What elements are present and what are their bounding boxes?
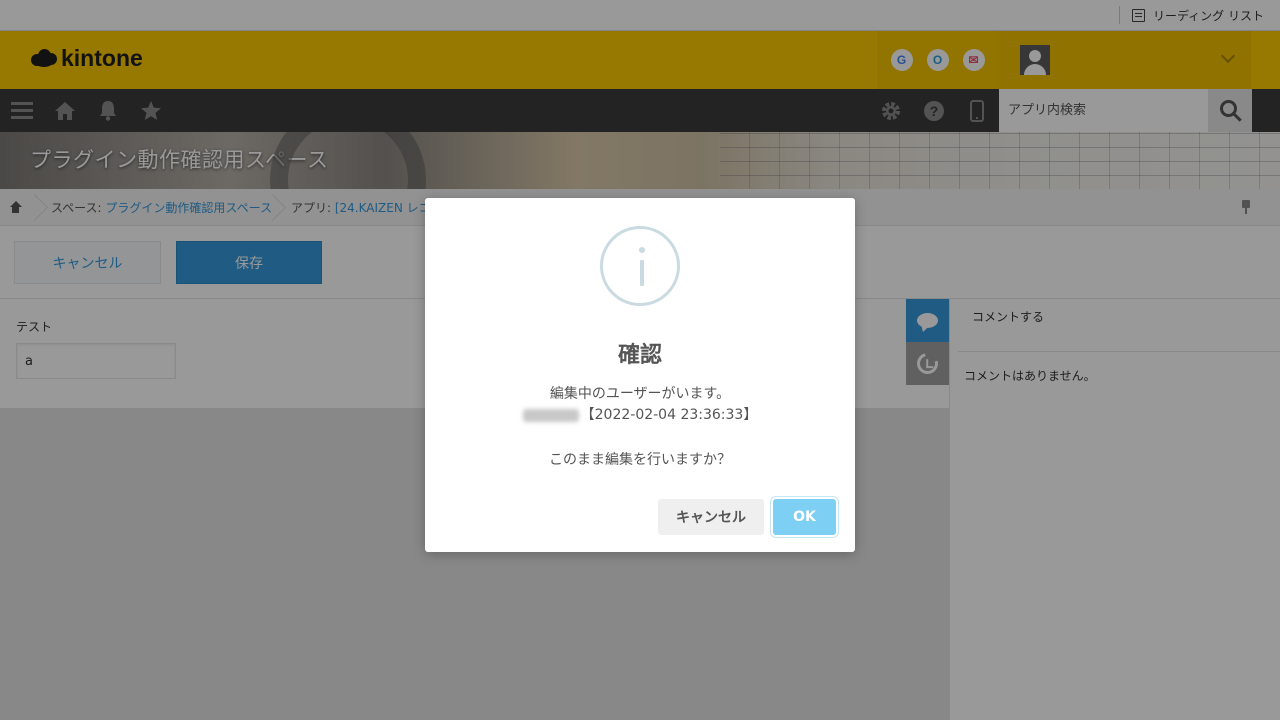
dialog-ok-button[interactable]: OK	[773, 499, 836, 535]
info-icon	[600, 226, 680, 306]
blurred-username	[522, 408, 579, 422]
dialog-message: 編集中のユーザーがいます。	[549, 386, 731, 402]
confirm-dialog: 確認 編集中のユーザーがいます。 【2022-02-04 23:36:33】 こ…	[425, 198, 855, 552]
dialog-timestamp: 【2022-02-04 23:36:33】	[580, 407, 758, 423]
dialog-cancel-button[interactable]: キャンセル	[658, 499, 764, 535]
dialog-title: 確認	[617, 343, 662, 368]
dialog-question: このまま編集を行いますか？	[549, 452, 731, 468]
dialog-editor-line: 【2022-02-04 23:36:33】	[425, 404, 855, 426]
